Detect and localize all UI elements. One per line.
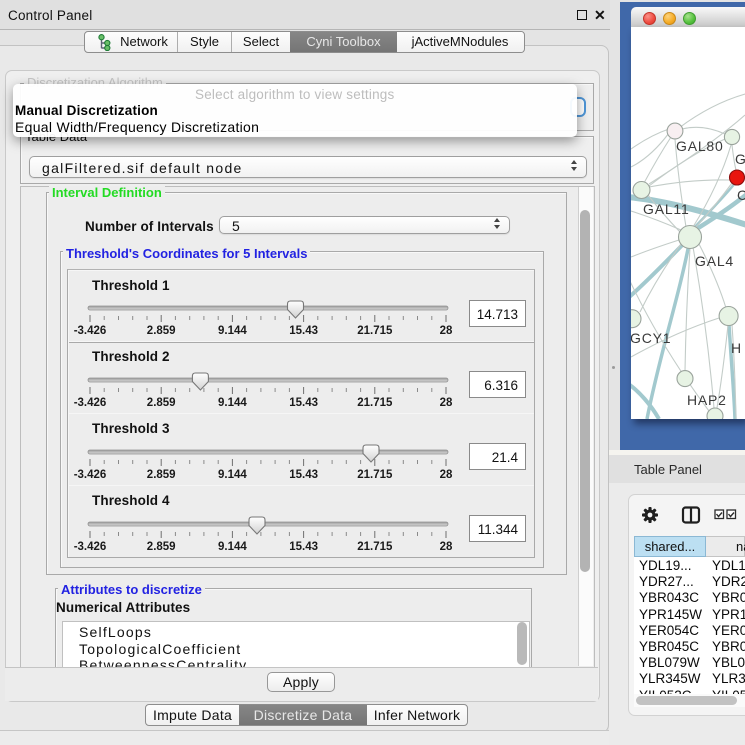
svg-text:2.859: 2.859 <box>147 325 176 337</box>
svg-text:G...: G... <box>735 151 745 167</box>
svg-text:21.715: 21.715 <box>357 397 393 409</box>
svg-text:9.144: 9.144 <box>218 469 247 481</box>
svg-text:-3.426: -3.426 <box>74 397 107 409</box>
svg-text:28: 28 <box>440 325 453 337</box>
svg-text:2.859: 2.859 <box>147 469 176 481</box>
svg-text:21.715: 21.715 <box>357 541 393 553</box>
svg-text:9.144: 9.144 <box>218 397 247 409</box>
svg-text:-3.426: -3.426 <box>74 469 107 481</box>
svg-text:-3.426: -3.426 <box>74 325 107 337</box>
svg-text:15.43: 15.43 <box>289 325 318 337</box>
svg-text:21.715: 21.715 <box>357 469 393 481</box>
svg-text:GAL80: GAL80 <box>676 138 724 154</box>
svg-text:15.43: 15.43 <box>289 541 318 553</box>
svg-text:GAL11: GAL11 <box>643 201 690 217</box>
svg-text:HAP2: HAP2 <box>687 392 727 408</box>
svg-text:28: 28 <box>440 397 453 409</box>
svg-text:GAL4: GAL4 <box>695 253 734 269</box>
svg-text:2.859: 2.859 <box>147 541 176 553</box>
svg-text:-3.426: -3.426 <box>74 541 107 553</box>
svg-text:28: 28 <box>440 469 453 481</box>
svg-text:28: 28 <box>440 541 453 553</box>
svg-text:21.715: 21.715 <box>357 325 393 337</box>
svg-text:H: H <box>731 340 742 356</box>
svg-text:9.144: 9.144 <box>218 325 247 337</box>
svg-text:2.859: 2.859 <box>147 397 176 409</box>
svg-text:GCY1: GCY1 <box>631 330 671 346</box>
svg-text:C...: C... <box>737 187 745 203</box>
svg-text:15.43: 15.43 <box>289 469 318 481</box>
svg-text:15.43: 15.43 <box>289 397 318 409</box>
svg-text:9.144: 9.144 <box>218 541 247 553</box>
